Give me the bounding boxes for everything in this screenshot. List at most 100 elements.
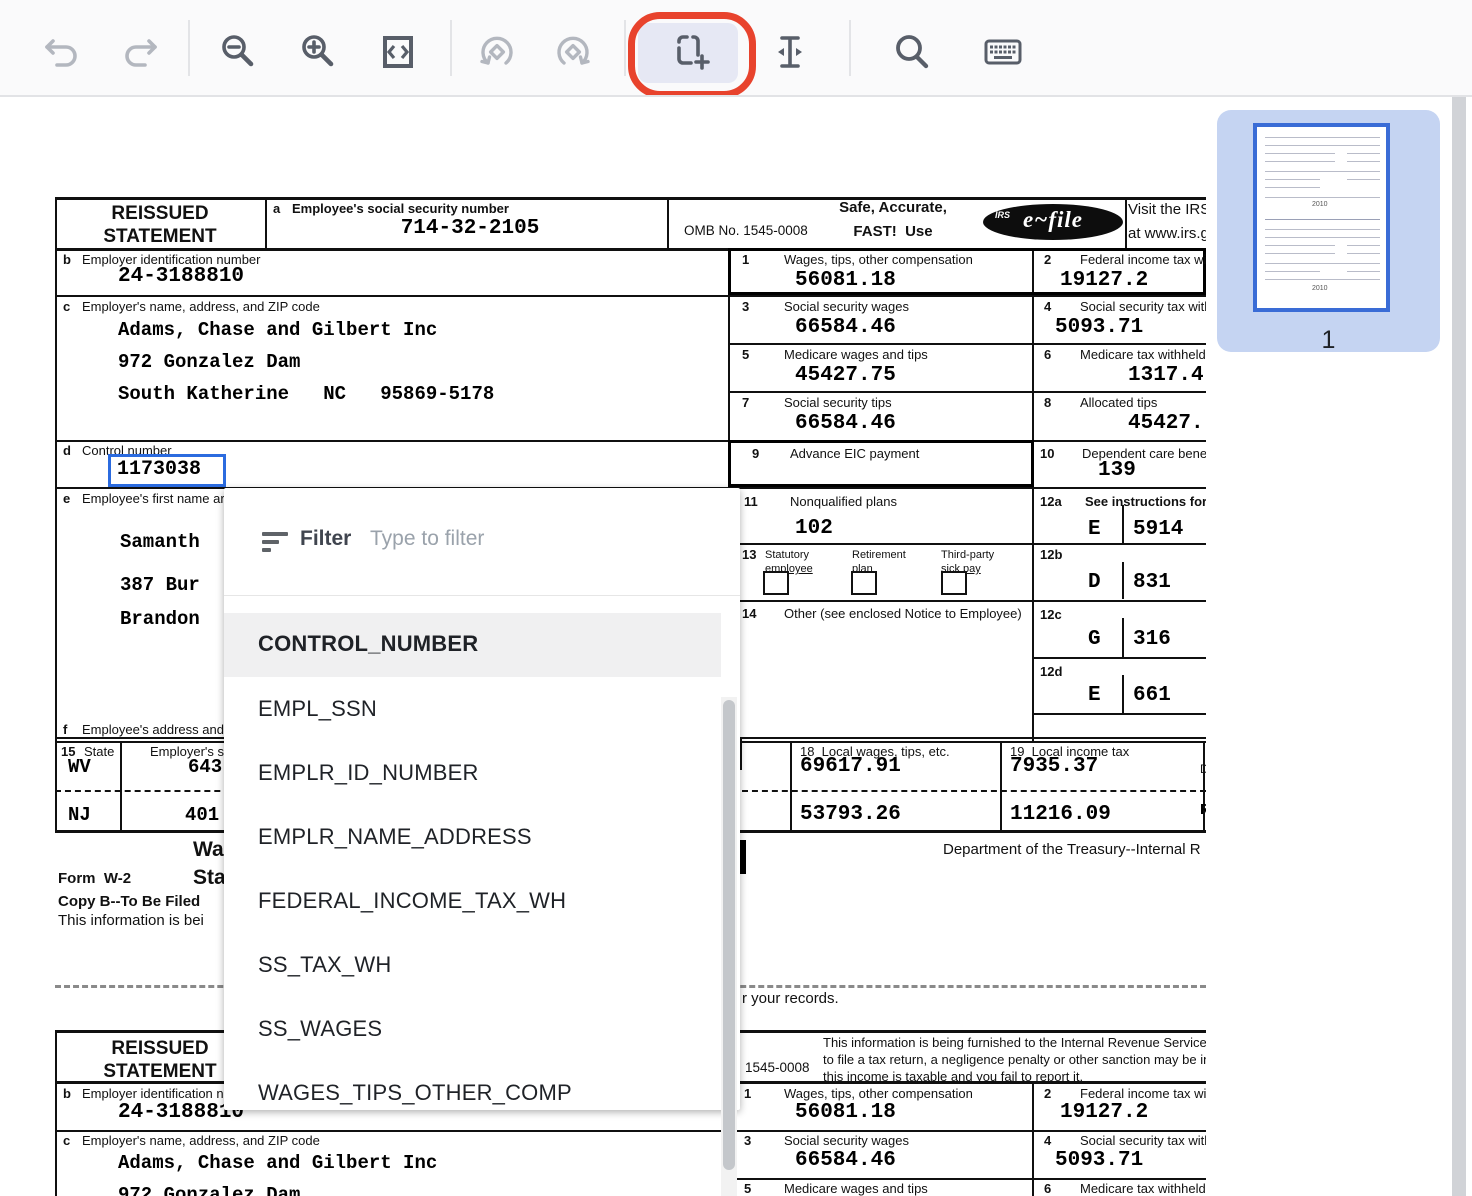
- dropdown-item-emplr-name-address[interactable]: EMPLR_NAME_ADDRESS: [258, 824, 532, 850]
- box11-no: 11: [744, 494, 758, 509]
- box14-no: 14: [742, 606, 756, 621]
- records-clip: r your records.: [742, 990, 839, 1007]
- dropdown-item-ss-wages[interactable]: SS_WAGES: [258, 1016, 382, 1042]
- grid-line: [728, 1178, 1206, 1180]
- box8-value: 45427.: [1128, 412, 1204, 435]
- efile-logo-text: e~file: [983, 207, 1123, 233]
- box9-label: Advance EIC payment: [790, 446, 919, 461]
- rotate-left-icon[interactable]: [475, 30, 519, 74]
- reissued2-line2: STATEMENT: [75, 1061, 245, 1083]
- grid-line: [790, 741, 792, 830]
- grid-line: [1032, 248, 1034, 741]
- box6b-no: 6: [1044, 1181, 1051, 1196]
- zoom-in-icon[interactable]: [295, 30, 339, 74]
- box7-label: Social security tips: [784, 395, 892, 410]
- box6-no: 6: [1044, 347, 1051, 362]
- page-thumbnail-card[interactable]: 2010 2010 1: [1217, 110, 1440, 352]
- zoom-out-icon[interactable]: [215, 30, 259, 74]
- selected-field-highlight[interactable]: [108, 454, 226, 487]
- thumb-year-top: 2010: [1312, 201, 1328, 208]
- grid-line: [1122, 675, 1124, 713]
- rotate-right-icon[interactable]: [551, 30, 595, 74]
- fit-width-icon[interactable]: [376, 30, 420, 74]
- local-wages-row2: 53793.26: [800, 803, 901, 826]
- w2-document-page: REISSUED STATEMENT a Employee's social s…: [0, 97, 1206, 1196]
- department-label: Department of the Treasury--Internal R: [943, 841, 1201, 858]
- box8-label: Allocated tips: [1080, 395, 1157, 410]
- visit-irs-line2: at www.irs.g: [1128, 225, 1206, 242]
- box2b-label: Federal income tax wi: [1080, 1086, 1206, 1101]
- keyboard-icon[interactable]: [981, 30, 1025, 74]
- local-wages-row1: 69617.91: [800, 755, 901, 778]
- furnish-line1: This information is being furnished to t…: [823, 1035, 1206, 1050]
- ssn-label: Employee's social security number: [292, 201, 509, 216]
- dropdown-scrollbar-thumb[interactable]: [723, 700, 735, 1170]
- box8-no: 8: [1044, 395, 1051, 410]
- box5-no: 5: [742, 347, 749, 362]
- grid-line: [55, 197, 1206, 200]
- grid-line: [667, 197, 669, 248]
- form-w2-id: Form W-2: [58, 870, 131, 887]
- retirement-plan-checkbox: [851, 571, 877, 595]
- box3b-value: 66584.46: [795, 1149, 896, 1172]
- box6-value: 1317.4: [1128, 364, 1204, 387]
- box12d-code: E: [1088, 684, 1101, 707]
- box4-value: 5093.71: [1055, 316, 1143, 339]
- employer2-label: Employer's name, address, and ZIP code: [82, 1133, 320, 1148]
- dropdown-item-wages-tips-other-comp[interactable]: WAGES_TIPS_OTHER_COMP: [258, 1080, 572, 1106]
- box13-no: 13: [742, 547, 756, 562]
- box2-value: 19127.2: [1060, 269, 1148, 292]
- grid-line: [1122, 618, 1124, 657]
- employer-line2: 972 Gonzalez Dam: [118, 351, 300, 373]
- filter-placeholder: Type to filter: [370, 527, 484, 551]
- field2-letter-c: c: [63, 1133, 70, 1148]
- toolbar-separator: [450, 20, 452, 76]
- dropdown-item-federal-income-tax-wh[interactable]: FEDERAL_INCOME_TAX_WH: [258, 888, 566, 914]
- box12a-label: See instructions for: [1085, 494, 1206, 509]
- dropdown-item-ss-tax-wh[interactable]: SS_TAX_WH: [258, 952, 391, 978]
- box12d-value: 661: [1133, 684, 1171, 707]
- box1-label: Wages, tips, other compensation: [784, 252, 973, 267]
- search-icon[interactable]: [889, 30, 933, 74]
- filter-label: Filter: [300, 527, 351, 551]
- locality-clip-row2: R: [1200, 802, 1206, 819]
- box1b-label: Wages, tips, other compensation: [784, 1086, 973, 1101]
- box7-value: 66584.46: [795, 412, 896, 435]
- w2-title-clip2: Sta: [193, 866, 226, 890]
- box12c-value: 316: [1133, 628, 1171, 651]
- box3b-label: Social security wages: [784, 1133, 909, 1148]
- copy-b-label: Copy B--To Be Filed: [58, 893, 200, 910]
- dropdown-item-control-number[interactable]: CONTROL_NUMBER: [258, 631, 478, 657]
- toolbar-separator: [188, 20, 190, 76]
- toolbar: [0, 0, 1472, 96]
- box4b-value: 5093.71: [1055, 1149, 1143, 1172]
- box1-no: 1: [742, 252, 749, 267]
- undo-icon[interactable]: [40, 30, 84, 74]
- ein-value: 24-3188810: [118, 265, 244, 288]
- employee-line2: 387 Bur: [120, 574, 200, 596]
- redo-icon[interactable]: [118, 30, 162, 74]
- main-scrollbar[interactable]: [1452, 97, 1466, 1196]
- toolbar-separator: [849, 20, 851, 76]
- dropdown-item-emplr-id-number[interactable]: EMPLR_ID_NUMBER: [258, 760, 479, 786]
- field-letter-b: b: [63, 252, 71, 267]
- page-thumbnail[interactable]: 2010 2010: [1253, 123, 1390, 312]
- grid-line: [265, 197, 267, 248]
- grid-line: [120, 741, 122, 830]
- ssn-value: 714-32-2105: [310, 217, 630, 240]
- grid-line: [1122, 505, 1124, 543]
- box5b-label: Medicare wages and tips: [784, 1181, 928, 1196]
- adjust-height-icon[interactable]: [768, 30, 812, 74]
- dropdown-item-empl-ssn[interactable]: EMPL_SSN: [258, 696, 377, 722]
- state-id-row2: 401: [185, 804, 219, 826]
- document-viewport: REISSUED STATEMENT a Employee's social s…: [0, 97, 1452, 1196]
- box4b-no: 4: [1044, 1133, 1051, 1148]
- employee-name-label: Employee's first name ar: [82, 491, 225, 506]
- local-tax-row1: 7935.37: [1010, 755, 1098, 778]
- box11-value: 102: [795, 517, 833, 540]
- field-letter-f: f: [63, 722, 67, 737]
- employee-line3: Brandon: [120, 608, 200, 630]
- employer-name-label: Employer's name, address, and ZIP code: [82, 299, 320, 314]
- box12b-no: 12b: [1040, 547, 1062, 562]
- grid-line: [1032, 713, 1206, 715]
